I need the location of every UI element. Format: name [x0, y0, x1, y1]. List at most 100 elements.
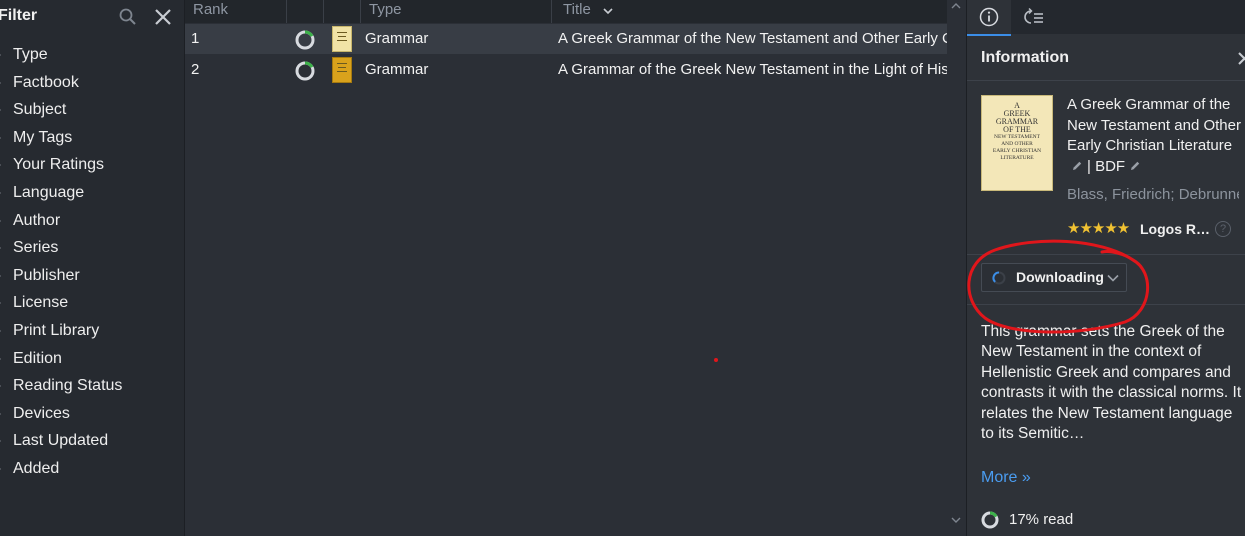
rating-row: ★★★★★ Logos R… ? — [1067, 219, 1237, 239]
expand-arrow-icon[interactable] — [0, 163, 4, 168]
book-description: This grammar sets the Greek of the New T… — [981, 323, 1242, 443]
expand-arrow-icon[interactable] — [0, 301, 4, 306]
filter-item[interactable]: Devices — [0, 400, 184, 428]
divider — [967, 80, 1245, 81]
filter-item[interactable]: Last Updated — [0, 427, 184, 455]
edit-pencil-icon[interactable] — [1071, 160, 1083, 172]
cover-line: EARLY CHRISTIAN — [992, 148, 1042, 154]
filter-item-label: Your Ratings — [13, 156, 105, 174]
filter-item-label: Print Library — [13, 321, 100, 339]
row-rank: 2 — [191, 61, 200, 78]
filter-item-label: Added — [13, 459, 60, 477]
filter-item[interactable]: Your Ratings — [0, 151, 184, 179]
read-percentage: 17% read — [1009, 511, 1074, 528]
column-header-rank[interactable]: Rank — [185, 0, 287, 23]
filter-item-label: Language — [13, 183, 85, 201]
row-rank: 1 — [191, 30, 200, 47]
book-thumbnail[interactable] — [332, 26, 352, 52]
star-rating[interactable]: ★★★★★ — [1067, 219, 1130, 239]
expand-arrow-icon[interactable] — [0, 384, 4, 389]
close-panel-icon[interactable] — [1238, 50, 1245, 66]
column-header-type[interactable]: Type — [361, 0, 552, 23]
filter-item-label: Author — [13, 211, 61, 229]
download-button[interactable]: Downloading — [981, 263, 1127, 292]
edit-pencil-icon[interactable] — [1129, 160, 1141, 172]
expand-arrow-icon[interactable] — [0, 190, 4, 195]
expand-arrow-icon[interactable] — [0, 466, 4, 471]
expand-arrow-icon[interactable] — [0, 273, 4, 278]
book-cover[interactable]: A GREEK GRAMMAR OF THE NEW TESTAMENT AND OTHE… — [981, 95, 1053, 191]
chevron-down-icon — [1107, 274, 1119, 282]
expand-arrow-icon[interactable] — [0, 218, 4, 223]
cover-line: NEW TESTAMENT — [994, 134, 1040, 140]
info-icon — [979, 7, 999, 27]
column-header-cover[interactable] — [324, 0, 361, 23]
close-icon[interactable] — [152, 6, 174, 28]
filter-item-label: My Tags — [13, 128, 73, 146]
expand-arrow-icon[interactable] — [0, 108, 4, 113]
chevron-up-icon[interactable] — [951, 2, 961, 10]
book-title: A Greek Grammar of the New Testament and… — [1067, 95, 1243, 177]
expand-arrow-icon[interactable] — [0, 246, 4, 251]
column-header-title[interactable]: Title — [552, 0, 947, 23]
expand-arrow-icon[interactable] — [0, 80, 4, 85]
column-header-status[interactable] — [287, 0, 324, 23]
filter-item-label: Series — [13, 239, 59, 257]
loading-spinner-icon — [992, 271, 1006, 285]
sort-desc-icon — [603, 8, 613, 15]
filter-item[interactable]: Series — [0, 234, 184, 262]
tab-history[interactable] — [1011, 0, 1055, 34]
tab-information[interactable] — [967, 0, 1011, 36]
filter-item[interactable]: Factbook — [0, 69, 184, 97]
more-link[interactable]: More » — [981, 469, 1031, 487]
book-thumbnail[interactable] — [332, 57, 352, 83]
row-title[interactable]: A Greek Grammar of the New Testament and… — [558, 24, 947, 54]
panel-title: Information — [981, 49, 1069, 66]
filter-item[interactable]: Publisher — [0, 262, 184, 290]
filter-item-label: Edition — [13, 349, 62, 367]
cover-line: LITERATURE — [1000, 155, 1034, 161]
filter-pane: Filter Type Factbook Subject My Tags Your Ra… — [0, 0, 185, 536]
filter-item[interactable]: Reading Status — [0, 372, 184, 400]
filter-item[interactable]: Subject — [0, 96, 184, 124]
filter-item[interactable]: Added — [0, 455, 184, 483]
expand-arrow-icon[interactable] — [0, 439, 4, 444]
filter-list: Type Factbook Subject My Tags Your Ratings La… — [0, 41, 184, 483]
filter-item-label: Devices — [13, 404, 70, 422]
cover-line: OF THE — [1003, 125, 1031, 134]
filter-item[interactable]: Language — [0, 179, 184, 207]
expand-arrow-icon[interactable] — [0, 411, 4, 416]
book-author[interactable]: Blass, Friedrich; Debrunner, Albert — [1067, 185, 1239, 205]
reading-progress-icon — [295, 30, 315, 50]
expand-arrow-icon[interactable] — [0, 135, 4, 140]
filter-item[interactable]: Edition — [0, 345, 184, 373]
history-list-icon — [1024, 7, 1043, 24]
results-table: Rank Type Title 1 Grammar A Greek Grammar … — [185, 0, 965, 536]
vertical-scrollbar[interactable] — [947, 0, 965, 536]
filter-item[interactable]: Author — [0, 207, 184, 235]
help-icon[interactable]: ? — [1215, 221, 1231, 237]
filter-item[interactable]: License — [0, 289, 184, 317]
filter-item-label: Reading Status — [13, 377, 123, 395]
table-row[interactable]: 2 Grammar A Grammar of the Greek New Testa… — [185, 55, 947, 85]
chevron-down-icon[interactable] — [951, 516, 961, 524]
filter-item-label: Last Updated — [13, 432, 109, 450]
filter-item[interactable]: Print Library — [0, 317, 184, 345]
cover-text: A GREEK GRAMMAR OF THE NEW TESTAMENT AND OTHE… — [986, 102, 1048, 162]
column-header-type-label: Type — [369, 1, 402, 18]
row-title[interactable]: A Grammar of the Greek New Testament in … — [558, 55, 947, 85]
filter-item-label: Publisher — [13, 266, 80, 284]
cover-line: AND OTHER — [1001, 141, 1033, 147]
expand-arrow-icon[interactable] — [0, 356, 4, 361]
expand-arrow-icon[interactable] — [0, 53, 4, 57]
expand-arrow-icon[interactable] — [0, 328, 4, 333]
column-header-rank-label: Rank — [193, 1, 229, 18]
filter-item[interactable]: Type — [0, 41, 184, 69]
row-type: Grammar — [365, 30, 429, 47]
rating-source: Logos R… — [1140, 221, 1210, 237]
book-abbreviation: | BDF — [1087, 157, 1126, 175]
filter-item[interactable]: My Tags — [0, 124, 184, 152]
table-row[interactable]: 1 Grammar A Greek Grammar of the New Testa… — [185, 24, 947, 54]
search-icon[interactable] — [118, 7, 138, 27]
column-header-title-label: Title — [563, 1, 591, 18]
